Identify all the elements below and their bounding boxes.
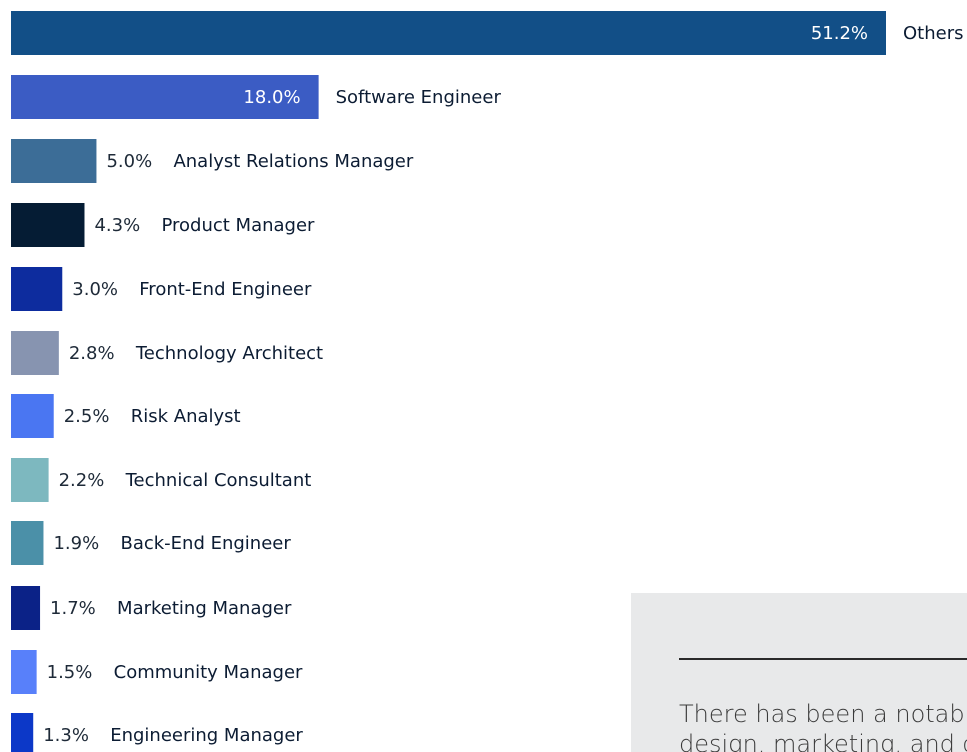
insight-text: There has been a notable rise in roles a…: [679, 700, 967, 752]
category-label-software-engineer: Software Engineer: [336, 87, 502, 108]
category-label-risk-analyst: Risk Analyst: [131, 406, 241, 427]
value-label-marketing-manager: 1.7%: [50, 598, 96, 619]
value-label-others: 51.2%: [811, 23, 868, 44]
value-label-engineering-manager: 1.3%: [43, 725, 89, 746]
value-label-analyst-relations-manager: 5.0%: [106, 151, 152, 172]
value-label-front-end-engineer: 3.0%: [72, 279, 118, 300]
category-label-engineering-manager: Engineering Manager: [110, 725, 303, 746]
value-label-technology-architect: 2.8%: [69, 343, 115, 364]
value-label-risk-analyst: 2.5%: [64, 406, 110, 427]
value-label-software-engineer: 18.0%: [243, 87, 300, 108]
value-label-community-manager: 1.5%: [47, 662, 93, 683]
category-label-analyst-relations-manager: Analyst Relations Manager: [173, 151, 413, 172]
bar-technical-consultant: [11, 458, 49, 502]
bar-risk-analyst: [11, 394, 54, 438]
value-label-product-manager: 4.3%: [94, 215, 140, 236]
bar-marketing-manager: [11, 586, 41, 630]
insight-panel: There has been a notable rise in roles a…: [631, 593, 967, 752]
bar-community-manager: [11, 650, 37, 694]
bar-others: [11, 11, 886, 55]
category-label-marketing-manager: Marketing Manager: [117, 598, 292, 619]
category-label-others: Others: [903, 23, 964, 44]
category-label-back-end-engineer: Back-End Engineer: [120, 533, 291, 554]
category-label-technical-consultant: Technical Consultant: [125, 470, 312, 491]
category-label-front-end-engineer: Front-End Engineer: [139, 279, 312, 300]
bar-product-manager: [11, 203, 85, 247]
category-label-product-manager: Product Manager: [161, 215, 315, 236]
category-label-community-manager: Community Manager: [114, 662, 303, 683]
value-label-back-end-engineer: 1.9%: [53, 533, 99, 554]
insight-divider: [679, 658, 967, 660]
bar-back-end-engineer: [11, 521, 44, 565]
category-label-technology-architect: Technology Architect: [135, 343, 323, 364]
bar-engineering-manager: [11, 713, 34, 752]
bar-analyst-relations-manager: [11, 139, 97, 183]
bar-technology-architect: [11, 331, 59, 375]
value-label-technical-consultant: 2.2%: [59, 470, 105, 491]
bar-front-end-engineer: [11, 267, 63, 311]
